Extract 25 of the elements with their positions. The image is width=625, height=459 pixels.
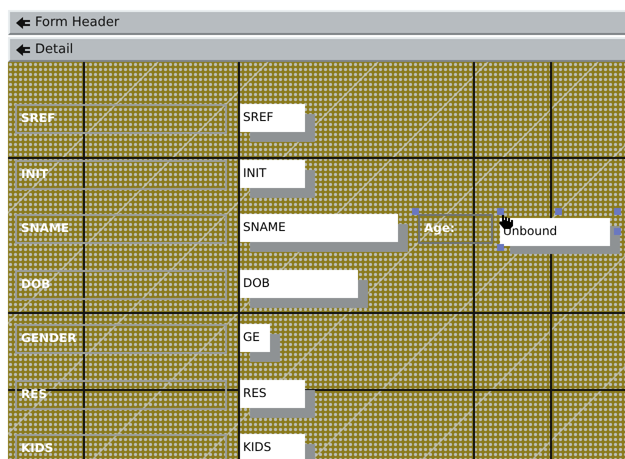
resize-handle[interactable] [412, 208, 419, 215]
text-box[interactable]: KIDS [240, 434, 305, 459]
resize-handle[interactable] [497, 208, 504, 215]
section-bar[interactable]: Detail [8, 37, 625, 62]
resize-handle[interactable] [555, 208, 562, 215]
field-label[interactable]: DOB [15, 270, 227, 300]
text-box[interactable]: RES [240, 380, 305, 408]
section-title: Detail [35, 42, 74, 57]
text-box[interactable]: DOB [240, 270, 358, 298]
section-title: Form Header [35, 15, 120, 30]
section-bar[interactable]: Form Header [8, 10, 625, 35]
text-box[interactable]: INIT [240, 160, 305, 188]
text-box[interactable]: SREF [240, 104, 305, 132]
field-label[interactable]: SREF [15, 104, 227, 134]
resize-handle[interactable] [497, 244, 504, 251]
field-label[interactable]: INIT [15, 160, 227, 190]
field-label[interactable]: RES [15, 380, 227, 410]
text-box[interactable]: SNAME [240, 214, 398, 242]
pointer-icon [16, 44, 30, 56]
field-label[interactable]: SNAME [15, 214, 227, 244]
field-label[interactable]: KIDS [15, 434, 227, 459]
text-box[interactable]: GE [240, 324, 270, 352]
resize-handle[interactable] [614, 228, 621, 235]
pointer-icon [16, 16, 30, 28]
resize-handle[interactable] [614, 208, 621, 215]
